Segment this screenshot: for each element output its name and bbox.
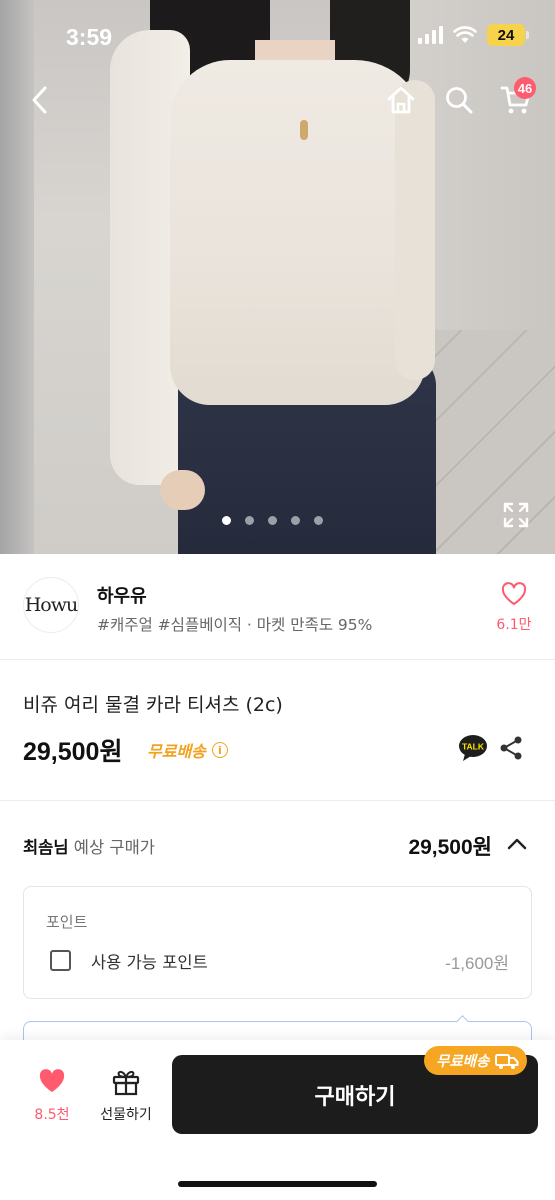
estimate-price: 29,500원: [408, 836, 492, 859]
fullscreen-button[interactable]: [502, 501, 530, 529]
free-shipping-badge: 무료배송: [424, 1046, 528, 1075]
free-shipping-badge-text: 무료배송: [436, 1054, 490, 1070]
image-necklace: [300, 120, 308, 140]
back-icon: [32, 86, 47, 114]
product-title: 비쥬 여리 물결 카라 티셔츠 (2c): [23, 694, 283, 716]
points-amount: -1,600원: [445, 954, 509, 973]
image-sleeve-right: [395, 80, 435, 380]
product-price: 29,500원: [23, 738, 123, 766]
gallery-dot-4[interactable]: [291, 516, 300, 525]
gallery-dot-5[interactable]: [314, 516, 323, 525]
points-option-label[interactable]: 사용 가능 포인트: [91, 949, 208, 973]
talk-icon: TALK: [459, 735, 487, 761]
gift-icon: [112, 1070, 140, 1096]
home-indicator: [178, 1181, 377, 1187]
home-icon: [387, 86, 415, 114]
heart-outline-icon: [501, 582, 527, 605]
gift-label: 선물하기: [100, 1107, 152, 1123]
points-box: 포인트 사용 가능 포인트 -1,600원: [23, 886, 532, 999]
shop-like-count: 6.1만: [496, 617, 532, 633]
shop-name[interactable]: 하우유: [97, 582, 147, 608]
search-button[interactable]: [439, 80, 479, 120]
heart-filled-icon: [39, 1069, 65, 1092]
back-button[interactable]: [20, 80, 60, 120]
divider: [0, 659, 555, 660]
estimate-label: 최솜님 예상 구매가: [23, 834, 155, 858]
like-button[interactable]: 8.5천: [27, 1068, 77, 1124]
shop-tags: #캐주얼 #심플베이직 · 마켓 만족도 95%: [97, 616, 373, 634]
estimate-user-name: 최솜님: [23, 838, 69, 857]
collapse-button[interactable]: [505, 832, 529, 856]
status-icons: 24: [418, 24, 529, 46]
shop-logo[interactable]: Howu: [23, 577, 79, 633]
points-title: 포인트: [46, 913, 88, 931]
expand-icon: [503, 502, 529, 528]
free-shipping-label[interactable]: 무료배송 i: [147, 738, 228, 762]
share-icon: [500, 736, 522, 760]
wifi-icon: [453, 26, 477, 43]
free-shipping-text: 무료배송: [147, 742, 206, 761]
like-count: 8.5천: [34, 1107, 70, 1123]
gift-button[interactable]: 선물하기: [92, 1068, 160, 1124]
image-hand: [160, 470, 205, 510]
status-time: 3:59: [66, 24, 113, 50]
svg-text:TALK: TALK: [462, 742, 485, 752]
home-button[interactable]: [381, 80, 421, 120]
estimate-label-text: 예상 구매가: [73, 838, 155, 857]
truck-icon: [495, 1053, 519, 1069]
shop-like-button[interactable]: 6.1만: [492, 582, 536, 634]
info-icon[interactable]: i: [211, 742, 228, 758]
kakao-talk-button[interactable]: TALK: [458, 734, 488, 762]
signal-icon: [418, 26, 443, 44]
share-button[interactable]: [498, 735, 524, 761]
gallery-dot-2[interactable]: [245, 516, 254, 525]
gallery-dot-3[interactable]: [268, 516, 277, 525]
battery-icon: 24: [487, 24, 529, 46]
gallery-indicator: [222, 516, 323, 525]
gallery-dot-1[interactable]: [222, 516, 231, 525]
search-icon: [446, 87, 473, 114]
section-divider: [0, 800, 555, 801]
cart-count-badge: 46: [514, 77, 536, 99]
points-checkbox[interactable]: [50, 950, 71, 971]
chevron-up-icon: [507, 838, 527, 850]
